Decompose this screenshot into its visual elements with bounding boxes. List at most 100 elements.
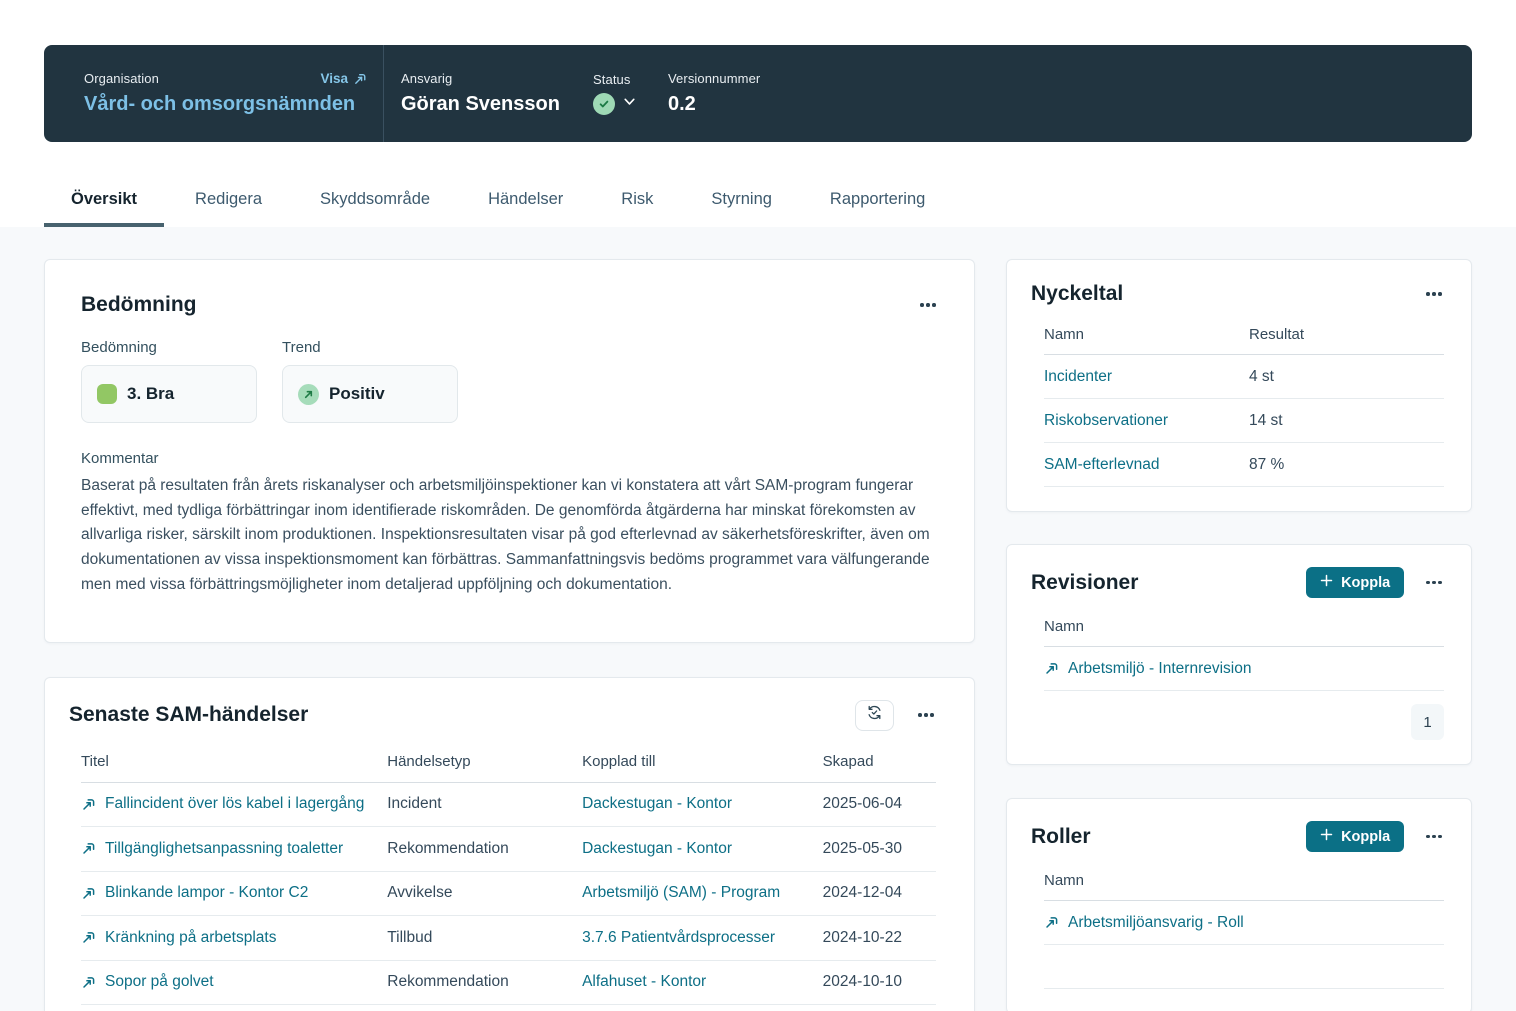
table-row: Arbetsmiljö - Internrevision <box>1044 647 1444 691</box>
linked-object-link[interactable]: 3.7.6 Patientvårdsprocesser <box>582 929 775 946</box>
linked-object-link[interactable]: Dackestugan - Kontor <box>582 840 732 857</box>
open-link-icon <box>81 797 96 812</box>
table-row: Fallincident över lös kabel i lagergång … <box>81 783 936 828</box>
nyckeltal-table-header: Namn Resultat <box>1044 326 1444 355</box>
revisioner-card: Revisioner Koppla Namn Arbetsmiljö - <box>1006 544 1472 765</box>
event-title-link[interactable]: Fallincident över lös kabel i lagergång <box>105 795 364 813</box>
column-header-kopplad: Kopplad till <box>582 753 823 770</box>
sam-events-menu-button[interactable] <box>916 709 936 721</box>
sam-events-card-title: Senaste SAM-händelser <box>69 703 308 727</box>
table-row: Incidenter 4 st <box>1044 355 1444 399</box>
table-row: Blinkande lampor - Kontor C2 Avvikelse A… <box>81 872 936 917</box>
chevron-down-icon <box>622 94 637 114</box>
revisioner-table-header: Namn <box>1044 618 1444 647</box>
table-row: Sopor på golvet Rekommendation Alfahuset… <box>81 961 936 1006</box>
rating-color-icon <box>97 384 117 404</box>
open-link-icon <box>81 886 96 901</box>
column-header-namn: Namn <box>1044 326 1249 343</box>
roller-card: Roller Koppla Namn Arbetsmiljöansvari <box>1006 798 1472 1011</box>
bedomning-field: Bedömning 3. Bra <box>81 339 257 423</box>
event-created-date: 2025-06-04 <box>823 795 936 813</box>
event-title-link[interactable]: Kränkning på arbetsplats <box>105 929 276 947</box>
roller-table-header: Namn <box>1044 872 1444 901</box>
bedomning-menu-button[interactable] <box>918 299 938 311</box>
roller-menu-button[interactable] <box>1424 831 1444 843</box>
event-type: Incident <box>387 795 582 813</box>
roller-card-title: Roller <box>1031 825 1091 849</box>
nyckeltal-menu-button[interactable] <box>1424 288 1444 300</box>
kpi-link[interactable]: SAM-efterlevnad <box>1044 456 1159 473</box>
status-label: Status <box>593 72 668 87</box>
event-title-link[interactable]: Sopor på golvet <box>105 973 214 991</box>
refresh-button[interactable] <box>855 700 894 731</box>
kpi-link[interactable]: Riskobservationer <box>1044 412 1168 429</box>
bedomning-value-box: 3. Bra <box>81 365 257 423</box>
visa-link-label: Visa <box>320 71 348 86</box>
program-header-bar: Organisation Visa Vård- och omsorgsnämnd… <box>44 45 1472 142</box>
open-link-icon <box>81 841 96 856</box>
organisation-section: Organisation Visa Vård- och omsorgsnämnd… <box>44 45 384 142</box>
event-created-date: 2025-05-30 <box>823 840 936 858</box>
roller-table: Namn Arbetsmiljöansvarig - Roll <box>1044 872 1444 989</box>
bedomning-field-label: Bedömning <box>81 339 257 356</box>
nyckeltal-card-title: Nyckeltal <box>1031 282 1123 306</box>
bedomning-value: 3. Bra <box>127 384 174 404</box>
event-title-link[interactable]: Blinkande lampor - Kontor C2 <box>105 884 308 902</box>
trend-field: Trend Positiv <box>282 339 458 423</box>
ansvarig-label: Ansvarig <box>401 71 593 86</box>
column-header-titel: Titel <box>81 753 387 770</box>
visa-link[interactable]: Visa <box>320 71 367 86</box>
status-check-icon <box>593 93 615 115</box>
tab-handelser[interactable]: Händelser <box>461 175 590 227</box>
table-row: Rutiner för insamling av farligt avfall … <box>81 1005 936 1011</box>
revision-link[interactable]: Arbetsmiljö - Internrevision <box>1068 660 1251 678</box>
event-title-link[interactable]: Tillgänglighetsanpassning toaletter <box>105 840 343 858</box>
plus-icon <box>1320 828 1333 845</box>
koppla-button[interactable]: Koppla <box>1306 821 1404 852</box>
versionnummer-value: 0.2 <box>668 93 760 116</box>
linked-object-link[interactable]: Dackestugan - Kontor <box>582 795 732 812</box>
column-header-namn: Namn <box>1044 618 1084 635</box>
revisioner-card-title: Revisioner <box>1031 571 1138 595</box>
organisation-label: Organisation <box>84 71 159 86</box>
ansvarig-value: Göran Svensson <box>401 93 593 116</box>
tab-rapportering[interactable]: Rapportering <box>803 175 952 227</box>
event-type: Rekommendation <box>387 840 582 858</box>
nyckeltal-table: Namn Resultat Incidenter 4 st Riskobserv… <box>1044 326 1444 487</box>
revisioner-menu-button[interactable] <box>1424 577 1444 589</box>
event-type: Avvikelse <box>387 884 582 902</box>
kpi-result: 4 st <box>1249 368 1274 386</box>
tab-styrning[interactable]: Styrning <box>684 175 799 227</box>
tab-skyddsomrade[interactable]: Skyddsområde <box>293 175 457 227</box>
koppla-button[interactable]: Koppla <box>1306 567 1404 598</box>
linked-object-link[interactable]: Alfahuset - Kontor <box>582 973 706 990</box>
status-section: Status <box>593 45 668 142</box>
linked-object-link[interactable]: Arbetsmiljö (SAM) - Program <box>582 884 780 901</box>
table-row: Kränkning på arbetsplats Tillbud 3.7.6 P… <box>81 916 936 961</box>
organisation-value-link[interactable]: Vård- och omsorgsnämnden <box>84 93 367 116</box>
column-header-skapad: Skapad <box>823 753 936 770</box>
pagination-page-1[interactable]: 1 <box>1411 704 1444 740</box>
event-created-date: 2024-12-04 <box>823 884 936 902</box>
trend-field-label: Trend <box>282 339 458 356</box>
table-row: Riskobservationer 14 st <box>1044 399 1444 443</box>
kommentar-text: Baserat på resultaten från årets riskana… <box>81 474 938 598</box>
open-link-icon <box>81 930 96 945</box>
column-header-resultat: Resultat <box>1249 326 1304 343</box>
content-area: Bedömning Bedömning 3. Bra Trend <box>0 227 1516 1011</box>
role-link[interactable]: Arbetsmiljöansvarig - Roll <box>1068 914 1244 932</box>
bedomning-card-title: Bedömning <box>81 293 197 317</box>
tab-risk[interactable]: Risk <box>594 175 680 227</box>
column-header-typ: Händelsetyp <box>387 753 582 770</box>
tab-oversikt[interactable]: Översikt <box>44 175 164 227</box>
version-section: Versionnummer 0.2 <box>668 45 760 142</box>
status-dropdown[interactable] <box>593 93 668 115</box>
bedomning-card: Bedömning Bedömning 3. Bra Trend <box>44 259 975 643</box>
ansvarig-section: Ansvarig Göran Svensson <box>384 45 593 142</box>
revisioner-table: Namn Arbetsmiljö - Internrevision <box>1044 618 1444 691</box>
event-created-date: 2024-10-22 <box>823 929 936 947</box>
open-link-icon <box>353 72 367 86</box>
trend-up-icon <box>298 384 319 405</box>
kpi-link[interactable]: Incidenter <box>1044 368 1112 385</box>
tab-redigera[interactable]: Redigera <box>168 175 289 227</box>
